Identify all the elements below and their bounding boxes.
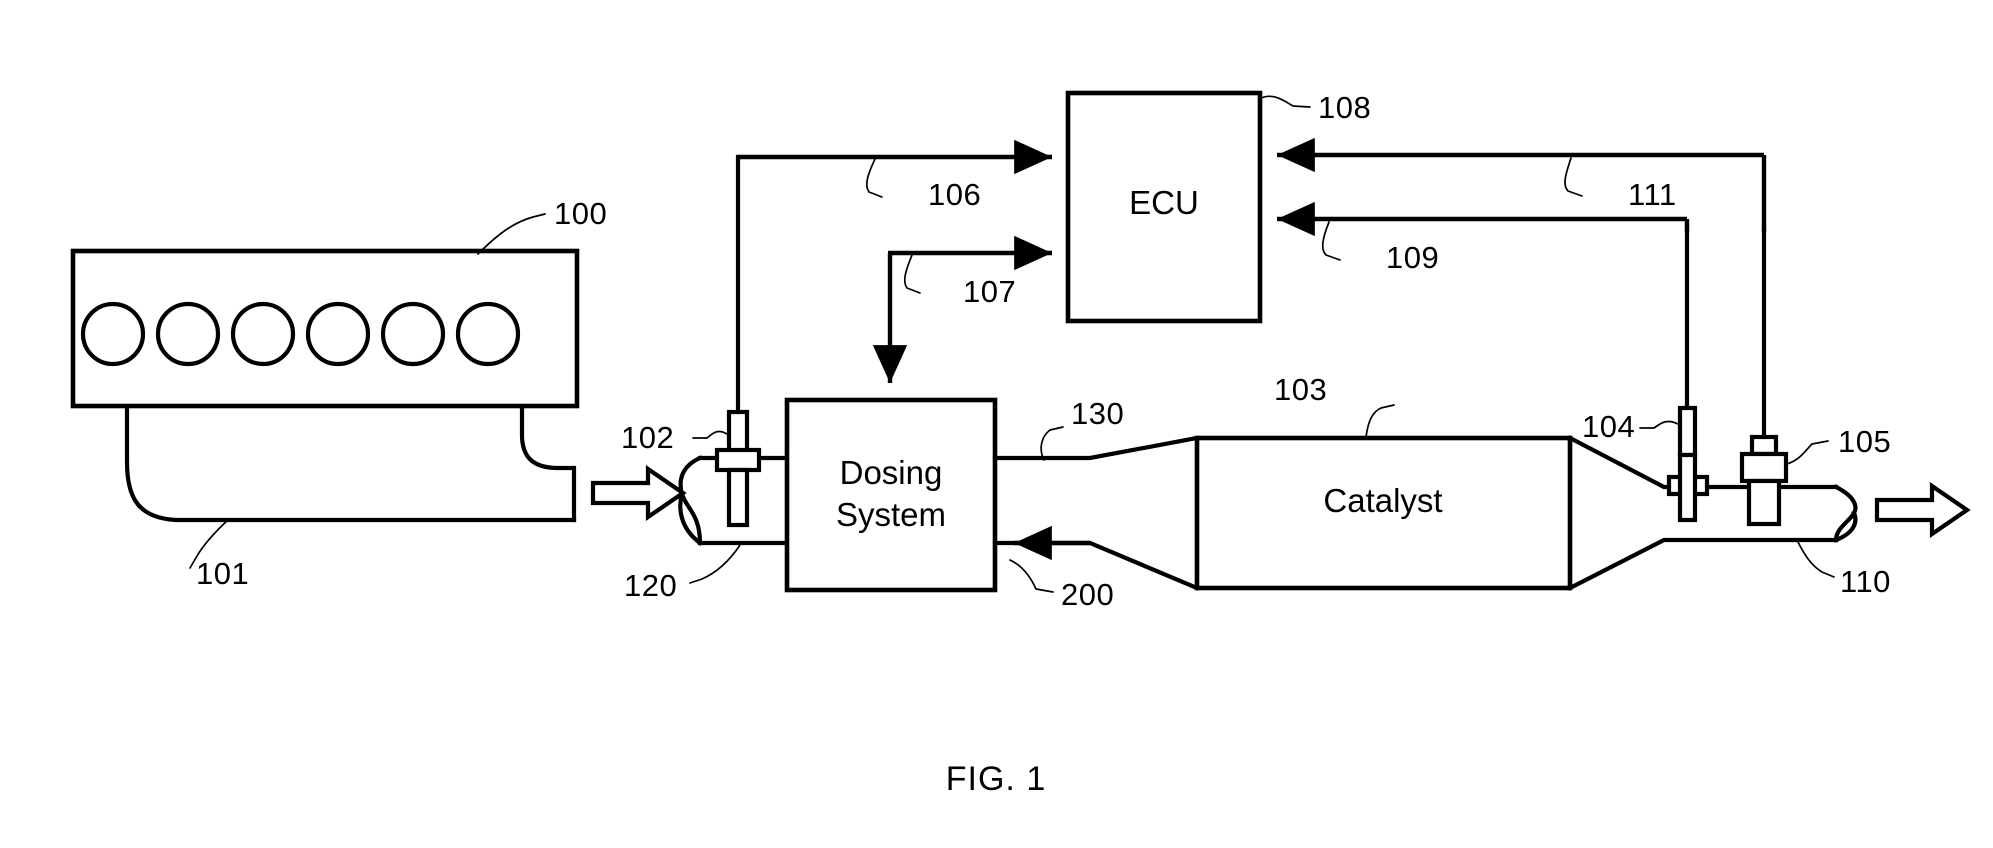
ref-num-100: 100 bbox=[554, 196, 607, 231]
signal-108-111-group: 108 111 bbox=[1258, 90, 1767, 232]
dosing-system-label-line1: Dosing bbox=[840, 454, 943, 491]
ref-num-104: 104 bbox=[1582, 409, 1635, 444]
cylinder-5 bbox=[380, 301, 446, 367]
signal-200-group: 200 bbox=[1009, 525, 1114, 612]
leader-line-130 bbox=[1040, 426, 1064, 461]
exhaust-manifold-lower-wall bbox=[124, 404, 577, 523]
leader-line-104 bbox=[1639, 420, 1679, 429]
leader-line-105 bbox=[1786, 440, 1829, 465]
sensor-105-flange bbox=[1739, 451, 1789, 484]
gas-outlet-flow-arrow bbox=[1874, 482, 1971, 538]
sensor-102-flange bbox=[714, 447, 762, 473]
cylinder-4 bbox=[305, 301, 371, 367]
cylinder-2 bbox=[155, 301, 221, 367]
dosing-system-box bbox=[784, 397, 998, 593]
ref-num-200: 200 bbox=[1061, 577, 1114, 612]
mid-pipe-and-cone-group: 130 bbox=[992, 396, 1200, 591]
ref-num-107: 107 bbox=[963, 274, 1016, 309]
leader-line-111 bbox=[1564, 157, 1583, 197]
exhaust-manifold-group: 101 bbox=[124, 404, 577, 591]
leader-line-110 bbox=[1797, 541, 1835, 578]
upstream-sensor-102-group: 102 bbox=[621, 154, 762, 528]
leader-line-109 bbox=[1321, 221, 1341, 261]
ref-num-109: 109 bbox=[1386, 240, 1439, 275]
sensor-104-upper-body bbox=[1677, 405, 1698, 458]
dosing-system-label-line2: System bbox=[836, 496, 946, 533]
ecu-group: ECU bbox=[1065, 90, 1263, 324]
signal-107-group: 107 bbox=[872, 235, 1052, 383]
ref-num-101: 101 bbox=[196, 556, 249, 591]
cylinder-6 bbox=[455, 301, 521, 367]
leader-line-106 bbox=[865, 158, 883, 198]
sensor-104-probe bbox=[1677, 452, 1698, 523]
cylinder-3 bbox=[230, 301, 296, 367]
leader-line-107 bbox=[903, 254, 921, 294]
leader-line-100 bbox=[477, 213, 546, 255]
ecu-label: ECU bbox=[1129, 184, 1199, 221]
inlet-cone-top-wall bbox=[992, 435, 1200, 461]
outlet-cone-tailpipe-group: 110 bbox=[1567, 435, 1891, 599]
sensor-102-probe bbox=[726, 467, 750, 528]
ref-num-108: 108 bbox=[1318, 90, 1371, 125]
ref-num-105: 105 bbox=[1838, 424, 1891, 459]
ref-num-103: 103 bbox=[1274, 372, 1327, 407]
dosing-system-group: Dosing System bbox=[784, 397, 998, 593]
outlet-cone-bottom-wall bbox=[1567, 537, 1839, 591]
sensor-105-body bbox=[1746, 478, 1782, 527]
patent-figure-canvas: 100 101 120 102 Dosing System 130 Cataly… bbox=[0, 0, 1993, 848]
gas-inlet-flow-arrow bbox=[590, 465, 687, 521]
cylinder-1 bbox=[80, 301, 146, 367]
ref-num-130: 130 bbox=[1071, 396, 1124, 431]
patent-figure-1: 100 101 120 102 Dosing System 130 Cataly… bbox=[70, 90, 1971, 798]
ref-num-111: 111 bbox=[1628, 177, 1677, 212]
tailpipe-sensor-105-group: 105 bbox=[1739, 225, 1891, 527]
ref-num-106: 106 bbox=[928, 177, 981, 212]
ref-num-102: 102 bbox=[621, 420, 674, 455]
leader-line-103 bbox=[1365, 404, 1395, 438]
ref-num-120: 120 bbox=[624, 568, 677, 603]
exhaust-manifold-upper-wall bbox=[519, 404, 577, 523]
inlet-pipe-open-end-back bbox=[678, 455, 703, 546]
outlet-arrow-shape bbox=[1874, 482, 1971, 538]
catalyst-label: Catalyst bbox=[1323, 482, 1442, 519]
figure-caption: FIG. 1 bbox=[946, 760, 1046, 798]
leader-line-102 bbox=[692, 430, 728, 439]
leader-line-200 bbox=[1009, 559, 1054, 593]
leader-line-108 bbox=[1258, 95, 1311, 108]
signal-106-group: 106 bbox=[738, 139, 1052, 212]
engine-block-group: 100 bbox=[70, 196, 607, 409]
ref-num-110: 110 bbox=[1840, 564, 1891, 599]
catalyst-group: Catalyst 103 bbox=[1194, 372, 1573, 591]
signal-109-group: 109 bbox=[1277, 201, 1690, 275]
leader-line-120 bbox=[689, 544, 741, 584]
inlet-arrow-shape bbox=[590, 465, 687, 521]
sensor-105-cap bbox=[1749, 434, 1779, 457]
